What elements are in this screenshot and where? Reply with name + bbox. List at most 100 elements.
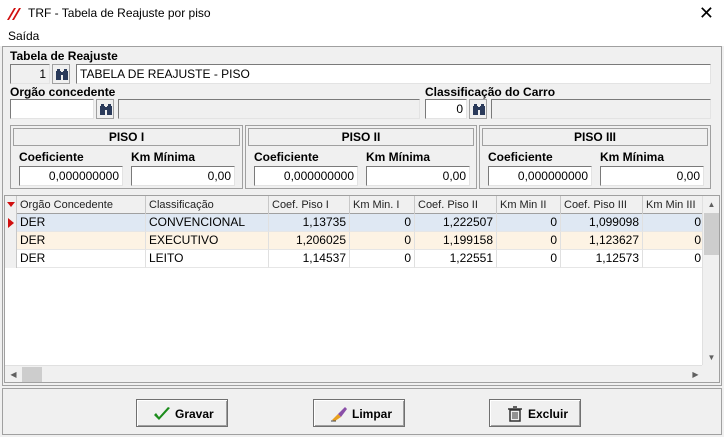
cell-km-min-ii: 0 <box>497 214 561 232</box>
piso-i-group: PISO I Coeficiente Km Mínima 0,000000000… <box>10 125 243 189</box>
orgao-search-button[interactable] <box>96 99 114 119</box>
piso-ii-coef-label: Coeficiente <box>254 150 319 164</box>
excluir-label: Excluir <box>528 407 569 421</box>
orgao-code-field[interactable] <box>10 99 94 119</box>
cell-km-min-i: 0 <box>350 214 415 232</box>
cell-coef-piso-iii: 1,12573 <box>561 250 643 268</box>
cell-km-min-iii: 0 <box>643 232 705 250</box>
trash-icon <box>508 406 522 422</box>
orgao-description-field <box>118 99 420 119</box>
button-bar: Gravar Limpar Excluir <box>2 388 722 435</box>
scrollbar-corner <box>702 365 719 382</box>
orgao-label: Orgão concedente <box>10 85 116 99</box>
piso-i-km-field[interactable]: 0,00 <box>131 166 235 186</box>
classificacao-label: Classificação do Carro <box>425 85 556 99</box>
piso-i-coef-field[interactable]: 0,000000000 <box>19 166 123 186</box>
vertical-scrollbar[interactable]: ▲ ▼ <box>702 196 719 366</box>
limpar-label: Limpar <box>352 407 393 421</box>
col-header-orgao[interactable]: Orgão Concedente <box>17 196 146 214</box>
col-header-coef-piso-i[interactable]: Coef. Piso I <box>269 196 350 214</box>
scroll-down-icon[interactable]: ▼ <box>703 349 719 366</box>
cell-coef-piso-iii: 1,123627 <box>561 232 643 250</box>
cell-orgao: DER <box>17 232 146 250</box>
cell-km-min-ii: 0 <box>497 250 561 268</box>
piso-ii-km-field[interactable]: 0,00 <box>366 166 470 186</box>
classificacao-description-field <box>491 99 711 119</box>
excluir-button[interactable]: Excluir <box>489 399 581 427</box>
piso-iii-km-field[interactable]: 0,00 <box>600 166 704 186</box>
horizontal-scroll-thumb[interactable] <box>22 367 42 382</box>
tabela-reajuste-description-field[interactable]: TABELA DE REAJUSTE - PISO <box>76 64 711 84</box>
cell-km-min-iii: 0 <box>643 214 705 232</box>
checkmark-icon <box>154 407 170 420</box>
close-icon[interactable]: ✕ <box>699 3 714 23</box>
table-row[interactable]: DER LEITO 1,14537 0 1,22551 0 1,12573 0 <box>5 250 705 268</box>
piso-iii-title: PISO III <box>482 128 708 146</box>
piso-ii-group: PISO II Coeficiente Km Mínima 0,00000000… <box>245 125 477 189</box>
horizontal-scrollbar[interactable]: ◀ ▶ <box>5 365 704 382</box>
scroll-up-icon[interactable]: ▲ <box>703 196 719 213</box>
row-indicator <box>5 214 17 232</box>
table-row[interactable]: DER CONVENCIONAL 1,13735 0 1,222507 0 1,… <box>5 214 705 232</box>
gravar-button[interactable]: Gravar <box>136 399 228 427</box>
cell-classificacao: EXECUTIVO <box>146 232 269 250</box>
piso-i-coef-label: Coeficiente <box>19 150 84 164</box>
cell-classificacao: CONVENCIONAL <box>146 214 269 232</box>
current-row-arrow-icon <box>8 218 14 228</box>
piso-iii-coef-label: Coeficiente <box>488 150 553 164</box>
window-title: TRF - Tabela de Reajuste por piso <box>28 6 211 20</box>
cell-km-min-iii: 0 <box>643 250 705 268</box>
menu-bar: Saída <box>0 28 724 46</box>
piso-iii-km-label: Km Mínima <box>600 150 665 164</box>
row-indicator <box>5 232 17 250</box>
classificacao-code-field[interactable]: 0 <box>425 99 467 119</box>
binoculars-icon <box>100 104 112 115</box>
piso-iii-group: PISO III Coeficiente Km Mínima 0,0000000… <box>479 125 711 189</box>
limpar-button[interactable]: Limpar <box>313 399 405 427</box>
tabela-reajuste-label: Tabela de Reajuste <box>10 49 118 63</box>
piso-iii-coef-field[interactable]: 0,000000000 <box>488 166 592 186</box>
col-header-km-min-ii[interactable]: Km Min II <box>497 196 561 214</box>
binoculars-icon <box>56 69 68 80</box>
cell-coef-piso-iii: 1,099098 <box>561 214 643 232</box>
col-header-coef-piso-iii[interactable]: Coef. Piso III <box>561 196 643 214</box>
cell-orgao: DER <box>17 214 146 232</box>
classificacao-search-button[interactable] <box>469 99 487 119</box>
tabela-reajuste-code-field[interactable]: 1 <box>10 64 50 84</box>
reajuste-grid[interactable]: Orgão Concedente Classificação Coef. Pis… <box>4 195 720 383</box>
cell-orgao: DER <box>17 250 146 268</box>
piso-ii-km-label: Km Mínima <box>366 150 431 164</box>
col-header-coef-piso-ii[interactable]: Coef. Piso II <box>415 196 497 214</box>
col-header-km-min-i[interactable]: Km Min. I <box>350 196 415 214</box>
tabela-search-button[interactable] <box>52 64 70 84</box>
cell-classificacao: LEITO <box>146 250 269 268</box>
row-indicator <box>5 250 17 268</box>
header-indicator <box>5 196 17 214</box>
scroll-left-icon[interactable]: ◀ <box>5 366 22 382</box>
eraser-brush-icon <box>331 407 347 422</box>
vertical-scroll-thumb[interactable] <box>704 213 719 255</box>
gravar-label: Gravar <box>175 407 214 421</box>
cell-coef-piso-i: 1,14537 <box>269 250 350 268</box>
cell-km-min-i: 0 <box>350 232 415 250</box>
piso-i-km-label: Km Mínima <box>131 150 196 164</box>
sort-down-icon <box>7 202 15 207</box>
piso-ii-coef-field[interactable]: 0,000000000 <box>254 166 358 186</box>
cell-coef-piso-ii: 1,222507 <box>415 214 497 232</box>
grid-header: Orgão Concedente Classificação Coef. Pis… <box>5 196 705 214</box>
piso-i-title: PISO I <box>13 128 240 146</box>
piso-ii-title: PISO II <box>248 128 474 146</box>
col-header-km-min-iii[interactable]: Km Min III <box>643 196 705 214</box>
cell-coef-piso-i: 1,13735 <box>269 214 350 232</box>
menu-item-saida[interactable]: Saída <box>8 29 39 43</box>
cell-km-min-ii: 0 <box>497 232 561 250</box>
binoculars-icon <box>473 104 485 115</box>
col-header-classificacao[interactable]: Classificação <box>146 196 269 214</box>
cell-coef-piso-i: 1,206025 <box>269 232 350 250</box>
cell-coef-piso-ii: 1,22551 <box>415 250 497 268</box>
app-logo-icon <box>7 8 21 20</box>
cell-km-min-i: 0 <box>350 250 415 268</box>
title-bar: TRF - Tabela de Reajuste por piso ✕ <box>0 0 724 28</box>
table-row[interactable]: DER EXECUTIVO 1,206025 0 1,199158 0 1,12… <box>5 232 705 250</box>
cell-coef-piso-ii: 1,199158 <box>415 232 497 250</box>
